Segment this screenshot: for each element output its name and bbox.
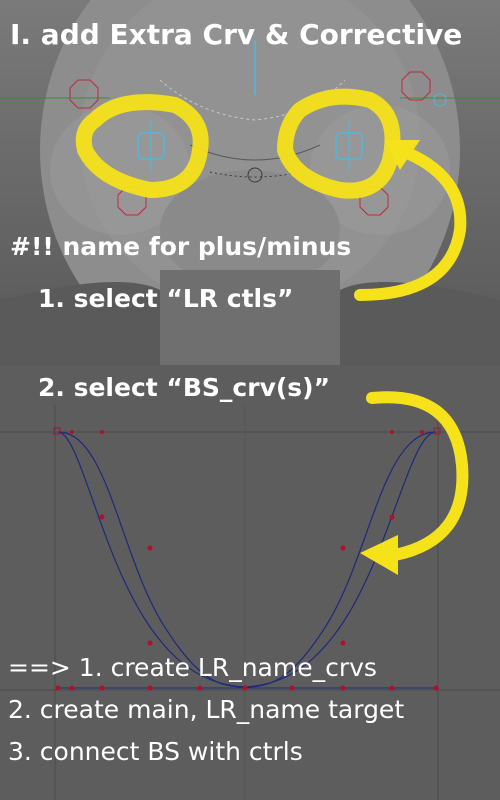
cv-point[interactable] xyxy=(289,685,295,691)
step2-label: 2. select “BS_crv(s)” xyxy=(38,373,331,402)
cv-point[interactable] xyxy=(70,430,74,434)
cv-point[interactable] xyxy=(147,545,153,551)
cv-point[interactable] xyxy=(100,430,104,434)
cv-point[interactable] xyxy=(389,514,395,520)
cv-point[interactable] xyxy=(340,640,346,646)
arrow-to-curve xyxy=(366,391,469,561)
result-line-2: 2. create main, LR_name target xyxy=(8,695,405,724)
cv-point[interactable] xyxy=(340,685,346,691)
result-line-3: 3. connect BS with ctrls xyxy=(8,737,303,766)
curve-scene xyxy=(0,391,500,800)
cv-point[interactable] xyxy=(69,685,75,691)
note-label: #!! name for plus/minus xyxy=(10,232,352,261)
cv-point[interactable] xyxy=(433,685,439,691)
cv-point[interactable] xyxy=(99,685,105,691)
cv-point[interactable] xyxy=(99,514,105,520)
cv-point[interactable] xyxy=(433,427,441,435)
step1-label: 1. select “LR ctls” xyxy=(38,284,294,313)
cv-point[interactable] xyxy=(147,685,153,691)
cv-point[interactable] xyxy=(420,430,424,434)
cv-point[interactable] xyxy=(389,685,395,691)
cv-point[interactable] xyxy=(55,685,61,691)
cv-point[interactable] xyxy=(147,640,153,646)
section-title: I. add Extra Crv & Corrective xyxy=(10,18,463,51)
arrow-to-curve-head xyxy=(360,535,398,575)
cv-point[interactable] xyxy=(340,545,346,551)
cv-point[interactable] xyxy=(390,430,394,434)
curve-viewport[interactable]: 2. select “BS_crv(s)” ==> 1. create LR_n… xyxy=(0,365,500,800)
result-line-1: ==> 1. create LR_name_crvs xyxy=(8,653,377,682)
face-viewport[interactable]: I. add Extra Crv & Corrective #!! name f… xyxy=(0,0,500,365)
cv-point[interactable] xyxy=(242,685,248,691)
cv-point[interactable] xyxy=(197,685,203,691)
